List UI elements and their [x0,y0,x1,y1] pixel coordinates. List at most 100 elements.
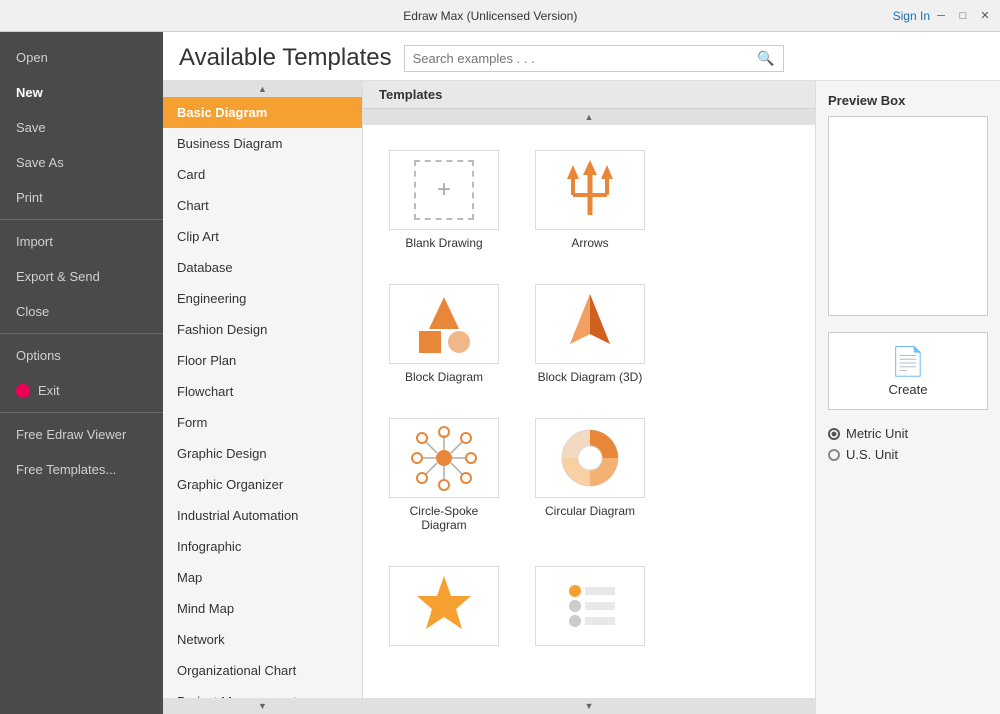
template-thumb-blank: + [389,150,499,230]
template-block-diagram-3d[interactable]: Block Diagram (3D) [525,275,655,393]
arrows-icon [555,155,625,225]
metric-unit-option[interactable]: Metric Unit [828,426,988,441]
sidebar-item-export-send[interactable]: Export & Send [0,259,163,294]
maximize-button[interactable]: □ [956,9,970,23]
block-diagram-icon [409,289,479,359]
template-circular[interactable]: Circular Diagram [525,409,655,541]
content-area: Available Templates 🔍 ▲ Basic DiagramBus… [163,32,1000,714]
sidebar-label-options: Options [16,348,61,363]
search-input[interactable] [413,51,758,66]
category-item-network[interactable]: Network [163,624,362,655]
sidebar-label-exit: Exit [38,383,60,398]
list-icon [555,571,625,641]
metric-radio[interactable] [828,428,840,440]
sidebar-label-print: Print [16,190,43,205]
category-item-engineering[interactable]: Engineering [163,283,362,314]
sidebar-item-free-viewer[interactable]: Free Edraw Viewer [0,417,163,452]
sidebar-label-import: Import [16,234,53,249]
template-thumb-block3d [535,284,645,364]
template-thumb-list [535,566,645,646]
category-item-graphic-organizer[interactable]: Graphic Organizer [163,469,362,500]
window-controls: ─ □ ✕ [934,9,992,23]
sidebar-label-new: New [16,85,43,100]
template-block-diagram[interactable]: Block Diagram [379,275,509,393]
sidebar-item-exit[interactable]: Exit [0,373,163,408]
category-item-infographic[interactable]: Infographic [163,531,362,562]
metric-unit-label: Metric Unit [846,426,908,441]
circle-spoke-icon [409,423,479,493]
sidebar-item-open[interactable]: Open [0,40,163,75]
circular-diagram-icon [555,423,625,493]
category-item-clip-art[interactable]: Clip Art [163,221,362,252]
page-title: Available Templates [179,44,392,72]
category-item-form[interactable]: Form [163,407,362,438]
templates-section: ▲ Basic DiagramBusiness DiagramCardChart… [163,81,1000,714]
category-scroll-down[interactable]: ▼ [163,698,362,714]
templates-grid: + Blank Drawing [363,125,815,677]
search-box: 🔍 [404,45,784,72]
template-arrows[interactable]: Arrows [525,141,655,259]
sidebar-item-free-templates[interactable]: Free Templates... [0,452,163,487]
template-thumb-block [389,284,499,364]
template-label-arrows: Arrows [571,236,608,250]
sign-in-link[interactable]: Sign In [893,9,934,23]
category-item-map[interactable]: Map [163,562,362,593]
minimize-button[interactable]: ─ [934,9,948,23]
sidebar-item-options[interactable]: Options [0,338,163,373]
sidebar-item-new[interactable]: New [0,75,163,110]
sidebar-item-print[interactable]: Print [0,180,163,215]
template-star[interactable] [379,557,509,661]
title-bar: Edraw Max (Unlicensed Version) Sign In ─… [0,0,1000,32]
templates-header: Templates [363,81,815,109]
templates-header-label: Templates [379,87,442,102]
category-item-chart[interactable]: Chart [163,190,362,221]
close-button[interactable]: ✕ [978,9,992,23]
create-button[interactable]: 📄 Create [828,332,988,410]
create-icon: 📄 [891,345,926,378]
us-radio[interactable] [828,449,840,461]
template-label-block: Block Diagram [405,370,483,384]
sidebar-label-free-templates: Free Templates... [16,462,116,477]
main-container: Open New Save Save As Print Import Expor… [0,32,1000,714]
sidebar: Open New Save Save As Print Import Expor… [0,32,163,714]
category-item-card[interactable]: Card [163,159,362,190]
template-circle-spoke[interactable]: Circle-Spoke Diagram [379,409,509,541]
category-item-industrial-automation[interactable]: Industrial Automation [163,500,362,531]
templates-list: + Blank Drawing [363,125,815,698]
sidebar-label-close: Close [16,304,49,319]
preview-title: Preview Box [828,93,988,108]
category-item-database[interactable]: Database [163,252,362,283]
create-label: Create [888,382,927,397]
content-header: Available Templates 🔍 [163,32,1000,81]
template-list[interactable] [525,557,655,661]
category-item-floor-plan[interactable]: Floor Plan [163,345,362,376]
category-item-project-management[interactable]: Project Management [163,686,362,698]
search-icon[interactable]: 🔍 [757,50,774,67]
template-thumb-circle-spoke [389,418,499,498]
category-item-mind-map[interactable]: Mind Map [163,593,362,624]
category-panel: ▲ Basic DiagramBusiness DiagramCardChart… [163,81,363,714]
templates-scroll-down[interactable]: ▼ [363,698,815,714]
sidebar-label-export-send: Export & Send [16,269,100,284]
category-item-fashion-design[interactable]: Fashion Design [163,314,362,345]
star-icon [409,571,479,641]
templates-wrapper: Templates ▲ + Blank Drawing [363,81,815,714]
category-list: Basic DiagramBusiness DiagramCardChartCl… [163,97,362,698]
sidebar-item-close[interactable]: Close [0,294,163,329]
us-unit-option[interactable]: U.S. Unit [828,447,988,462]
sidebar-label-save: Save [16,120,46,135]
sidebar-item-import[interactable]: Import [0,224,163,259]
templates-scroll-up[interactable]: ▲ [363,109,815,125]
template-blank-drawing[interactable]: + Blank Drawing [379,141,509,259]
template-label-block3d: Block Diagram (3D) [538,370,643,384]
category-scroll-up[interactable]: ▲ [163,81,362,97]
sidebar-item-save-as[interactable]: Save As [0,145,163,180]
template-thumb-arrows [535,150,645,230]
template-label-blank: Blank Drawing [405,236,482,250]
category-item-flowchart[interactable]: Flowchart [163,376,362,407]
category-item-graphic-design[interactable]: Graphic Design [163,438,362,469]
category-item-business-diagram[interactable]: Business Diagram [163,128,362,159]
category-item-basic-diagram[interactable]: Basic Diagram [163,97,362,128]
category-item-organizational-chart[interactable]: Organizational Chart [163,655,362,686]
sidebar-item-save[interactable]: Save [0,110,163,145]
